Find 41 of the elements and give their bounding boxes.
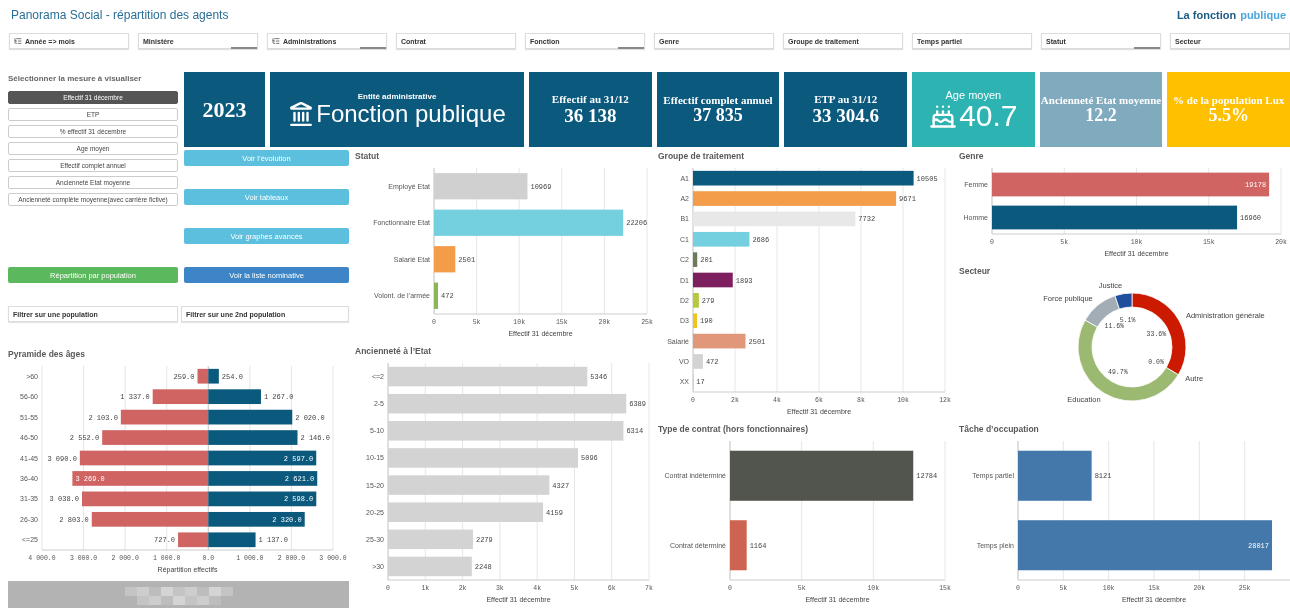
- bar: [693, 313, 697, 329]
- bar: [693, 252, 698, 267]
- kpi-value: 2023: [202, 97, 247, 122]
- brand-text: La fonction: [1176, 9, 1237, 21]
- chart-title: Groupe de traitement: [658, 150, 745, 163]
- dashboard-title: Panorama Social - répartition des agents: [11, 8, 229, 22]
- bar: [693, 333, 746, 349]
- chart-title: Type de contrat (hors fonctionnaires): [658, 423, 810, 436]
- kpi-label: Ancienneté Etat moyenne: [1040, 93, 1162, 107]
- kpi-label: Age moyen: [945, 88, 1002, 101]
- bar: [434, 246, 456, 273]
- bar: [197, 368, 209, 384]
- section-heading: Sélectionner la mesure à visualiser: [8, 73, 143, 85]
- bar: [693, 272, 733, 288]
- chart-title: Tâche d’occupation: [959, 423, 1040, 436]
- chart-title: Secteur: [959, 265, 992, 278]
- kpi-label: Effectif au 31/12: [551, 93, 629, 106]
- chart-title: Pyramide des âges: [8, 348, 86, 361]
- bar: [434, 282, 438, 309]
- kpi-label: Effectif complet annuel: [663, 93, 773, 107]
- bar: [208, 368, 219, 384]
- bar: [730, 520, 747, 571]
- kpi-value: Fonction publique: [316, 102, 506, 126]
- brand-text: publique: [1240, 9, 1286, 21]
- kpi-value: 37 835: [693, 106, 743, 126]
- landmark-icon: [288, 101, 315, 127]
- chart-title: Statut: [355, 150, 381, 163]
- kpi-value: 36 138: [564, 105, 617, 126]
- bar: [208, 389, 261, 405]
- bar: [152, 389, 209, 405]
- chart-title: Ancienneté à l’Etat: [355, 345, 433, 358]
- kpi-value: 12.2: [1085, 106, 1117, 126]
- chart-title: Genre: [959, 150, 985, 163]
- bar: [693, 293, 699, 308]
- kpi-value: 33 304.6: [812, 105, 879, 126]
- kpi-label: Entité administrative: [357, 92, 437, 101]
- kpi-value: 40.7: [959, 100, 1018, 131]
- kpi-label: ETP au 31/12: [814, 93, 878, 106]
- kpi-label: % de la population Lux: [1173, 93, 1285, 107]
- kpi-value: 5.5%: [1208, 106, 1249, 126]
- bar: [693, 231, 750, 247]
